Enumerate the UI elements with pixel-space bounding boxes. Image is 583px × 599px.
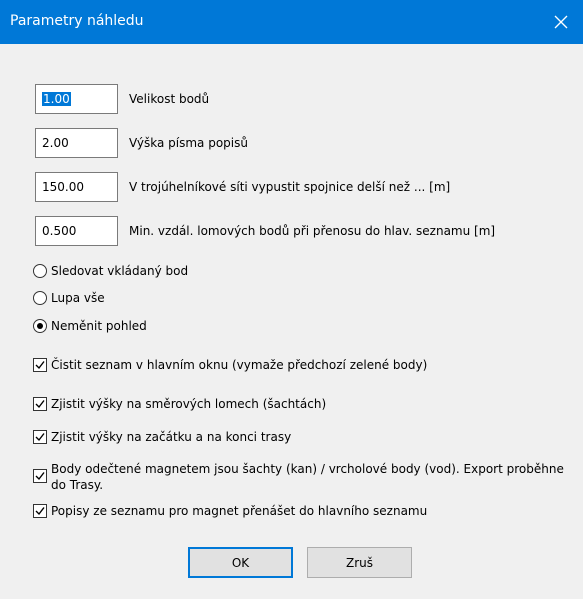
radio-button-icon [33,264,47,278]
max-edge-length-input[interactable] [35,172,118,202]
checkbox-heights-on-bends[interactable]: Zjistit výšky na směrových lomech (šacht… [33,396,326,412]
ok-button[interactable]: OK [188,547,293,578]
min-break-distance-input[interactable] [35,216,118,246]
radio-keep-view[interactable]: Neměnit pohled [33,319,147,333]
radio-zoom-all[interactable]: Lupa vše [33,291,105,305]
checkbox-label: Popisy ze seznamu pro magnet přenášet do… [51,504,428,518]
radio-label: Neměnit pohled [51,319,147,333]
cancel-button[interactable]: Zruš [307,547,412,578]
close-icon [554,15,568,29]
checkbox-icon [33,469,47,483]
max-edge-length-label: V trojúhelníkové síti vypustit spojnice … [129,180,451,194]
checkbox-label: Body odečtené magnetem jsou šachty (kan)… [51,462,564,492]
label-font-height-label: Výška písma popisů [129,136,248,150]
checkbox-icon [33,504,47,518]
checkmark-icon [35,400,45,409]
title-bar: Parametry náhledu [0,0,583,44]
radio-label: Lupa vše [51,291,105,305]
checkbox-icon [33,430,47,444]
checkbox-magnet-shafts[interactable]: Body odečtené magnetem jsou šachty (kan)… [33,461,571,493]
checkbox-label: Čistit seznam v hlavním oknu (vymaže pře… [51,358,428,372]
checkmark-icon [35,472,45,481]
label-font-height-input[interactable] [35,128,118,158]
checkmark-icon [35,507,45,516]
checkbox-heights-route-ends[interactable]: Zjistit výšky na začátku a na konci tras… [33,429,291,445]
checkbox-clear-list[interactable]: Čistit seznam v hlavním oknu (vymaže pře… [33,357,427,373]
close-button[interactable] [539,0,583,44]
radio-label: Sledovat vkládaný bod [51,264,189,278]
point-size-input[interactable] [35,84,118,114]
checkbox-label: Zjistit výšky na začátku a na konci tras… [51,430,292,444]
radio-selected-dot [37,323,43,329]
checkbox-transfer-labels[interactable]: Popisy ze seznamu pro magnet přenášet do… [33,503,427,519]
checkbox-label: Zjistit výšky na směrových lomech (šacht… [51,397,327,411]
dialog-window: Parametry náhledu 1.00 Velikost bodů Výš… [0,0,583,599]
checkbox-icon [33,397,47,411]
checkmark-icon [35,361,45,370]
radio-follow-point[interactable]: Sledovat vkládaný bod [33,264,188,278]
checkmark-icon [35,433,45,442]
window-title: Parametry náhledu [10,13,144,29]
point-size-label: Velikost bodů [129,92,210,106]
min-break-distance-label: Min. vzdál. lomových bodů při přenosu do… [129,224,496,238]
radio-button-icon [33,319,47,333]
checkbox-icon [33,358,47,372]
radio-button-icon [33,291,47,305]
